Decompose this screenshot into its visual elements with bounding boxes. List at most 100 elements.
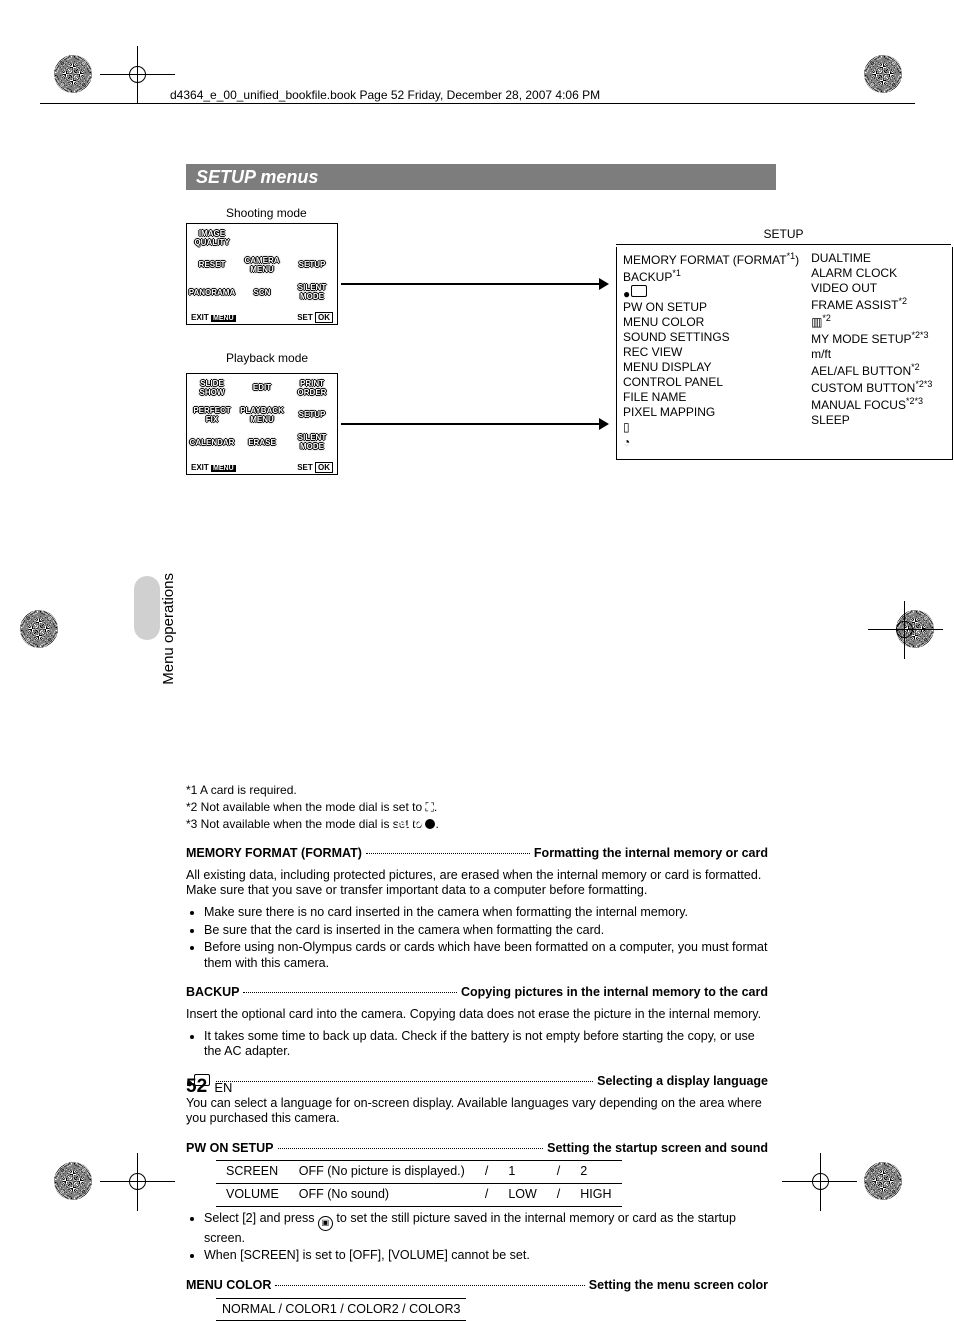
reg-mark <box>904 601 905 659</box>
setup-item: MANUAL FOCUS*2*3 <box>811 396 932 413</box>
section-title: SETUP menus <box>196 167 318 188</box>
menu-cell: SILENT MODE <box>287 279 337 306</box>
menu-color-heading: MENU COLORSetting the menu screen color <box>186 1278 768 1294</box>
setup-item: ▯ <box>623 420 799 435</box>
reg-mark <box>54 55 92 93</box>
setup-item: ALARM CLOCK <box>811 266 932 281</box>
menu-cell: CALENDAR <box>187 429 237 456</box>
reg-mark <box>54 1162 92 1200</box>
setup-item: MENU DISPLAY <box>623 360 799 375</box>
setup-item: VIDEO OUT <box>811 281 932 296</box>
pw-on-setup-heading: PW ON SETUPSetting the startup screen an… <box>186 1141 768 1157</box>
table-cell: VOLUME <box>216 1184 289 1207</box>
setup-item: PW ON SETUP <box>623 300 799 315</box>
table-row: SCREENOFF (No picture is displayed.)/1/2 <box>216 1161 622 1184</box>
table-cell: LOW <box>498 1184 546 1207</box>
menu-color-options: NORMAL / COLOR1 / COLOR2 / COLOR3 <box>216 1298 466 1321</box>
menu-cell: SLIDE SHOW <box>187 374 237 401</box>
table-cell: / <box>475 1184 498 1207</box>
pw-bullet-1: Select [2] and press ▣ to set the still … <box>204 1211 768 1247</box>
pw-on-setup-bullets: Select [2] and press ▣ to set the still … <box>186 1211 768 1264</box>
setup-item <box>623 285 799 300</box>
menu-cell: PERFECT FIX <box>187 401 237 428</box>
setup-item: PIXEL MAPPING <box>623 405 799 420</box>
footnotes: *1 A card is required. *2 Not available … <box>186 783 768 832</box>
menu-cell: SETUP <box>287 401 337 428</box>
note-2: *2 Not available when the mode dial is s… <box>186 800 768 815</box>
table-cell: / <box>475 1161 498 1184</box>
menu-cell: PLAYBACK MENU <box>237 401 287 428</box>
reg-mark <box>820 1153 821 1211</box>
table-cell: OFF (No sound) <box>289 1184 475 1207</box>
menu-cell: SCN <box>237 279 287 306</box>
setup-item: MY MODE SETUP*2*3 <box>811 330 932 347</box>
setup-panel: MEMORY FORMAT (FORMAT*1)BACKUP*1 PW ON SE… <box>616 247 953 460</box>
menu-cell: EDIT <box>237 374 287 401</box>
print-header: d4364_e_00_unified_bookfile.book Page 52… <box>170 88 600 102</box>
reg-mark <box>864 55 902 93</box>
playback-mode-menu: SLIDE SHOWEDITPRINT ORDER PERFECT FIXPLAY… <box>186 373 338 475</box>
side-tab-text: Menu operations <box>160 573 177 685</box>
menu-cell: SETUP <box>287 251 337 278</box>
note-1: *1 A card is required. <box>186 783 768 798</box>
setup-item: MEMORY FORMAT (FORMAT*1) <box>623 251 799 268</box>
side-tab-pill <box>134 576 160 640</box>
table-cell: HIGH <box>570 1184 621 1207</box>
setup-item: FRAME ASSIST*2 <box>811 296 932 313</box>
setup-item: CONTROL PANEL <box>623 375 799 390</box>
arrow-icon <box>341 283 601 285</box>
setup-item: DUALTIME <box>811 251 932 266</box>
menu-cell: SILENT MODE <box>287 429 337 456</box>
backup-heading: BACKUPCopying pictures in the internal m… <box>186 985 768 1001</box>
print-header-rule <box>40 103 915 104</box>
menu-cell: ERASE <box>237 429 287 456</box>
table-cell: SCREEN <box>216 1161 289 1184</box>
setup-item: REC VIEW <box>623 345 799 360</box>
table-cell: OFF (No picture is displayed.) <box>289 1161 475 1184</box>
backup-body: Insert the optional card into the camera… <box>186 1007 768 1023</box>
page-number: 52 EN <box>186 1076 232 1098</box>
setup-item: FILE NAME <box>623 390 799 405</box>
setup-item: ▥*2 <box>811 313 932 330</box>
menu-cell <box>237 224 287 251</box>
backup-bullets: It takes some time to back up data. Chec… <box>186 1029 768 1060</box>
bullet: Be sure that the card is inserted in the… <box>204 923 768 939</box>
menu-cell: CAMERA MENU <box>237 251 287 278</box>
bullet: Make sure there is no card inserted in t… <box>204 905 768 921</box>
shooting-mode-menu: IMAGE QUALITYRESETCAMERA MENUSETUP PANORA… <box>186 223 338 325</box>
table-cell: 2 <box>570 1161 621 1184</box>
memory-format-body: All existing data, including protected p… <box>186 868 768 899</box>
bullet: Before using non-Olympus cards or cards … <box>204 940 768 971</box>
pw-bullet-2: When [SCREEN] is set to [OFF], [VOLUME] … <box>204 1248 768 1264</box>
reg-mark <box>868 629 943 630</box>
setup-item: CUSTOM BUTTON*2*3 <box>811 379 932 396</box>
menu-set-label: SET OK <box>297 313 333 322</box>
menu-set-label: SET OK <box>297 463 333 472</box>
menu-cell: RESET <box>187 251 237 278</box>
menu-cell: IMAGE QUALITY <box>187 224 237 251</box>
menu-exit-label: EXIT MENU <box>191 313 236 322</box>
reg-mark <box>137 1153 138 1211</box>
shooting-mode-label: Shooting mode <box>226 206 768 221</box>
bullet: It takes some time to back up data. Chec… <box>204 1029 768 1060</box>
language-body: You can select a language for on-screen … <box>186 1096 768 1127</box>
table-cell: / <box>547 1161 570 1184</box>
table-cell: 1 <box>498 1161 546 1184</box>
menu-cell: PRINT ORDER <box>287 374 337 401</box>
memory-format-bullets: Make sure there is no card inserted in t… <box>186 905 768 972</box>
table-row: VOLUMEOFF (No sound)/LOW/HIGH <box>216 1184 622 1207</box>
setup-panel-header: SETUP <box>616 227 951 245</box>
ok-button-icon: ▣ <box>318 1216 333 1231</box>
setup-column-2: DUALTIMEALARM CLOCKVIDEO OUTFRAME ASSIST… <box>805 247 938 454</box>
setup-item: SOUND SETTINGS <box>623 330 799 345</box>
setup-column-1: MEMORY FORMAT (FORMAT*1)BACKUP*1 PW ON SE… <box>617 247 805 454</box>
setup-item: MENU COLOR <box>623 315 799 330</box>
setup-item: BACKUP*1 <box>623 268 799 285</box>
playback-mode-label: Playback mode <box>226 351 308 366</box>
pw-on-setup-table: SCREENOFF (No picture is displayed.)/1/2… <box>216 1160 622 1206</box>
section-title-bar: SETUP menus <box>186 164 776 190</box>
table-cell: / <box>547 1184 570 1207</box>
reg-mark <box>20 610 58 648</box>
language-heading: Selecting a display language <box>186 1074 768 1090</box>
menu-cell: PANORAMA <box>187 279 237 306</box>
